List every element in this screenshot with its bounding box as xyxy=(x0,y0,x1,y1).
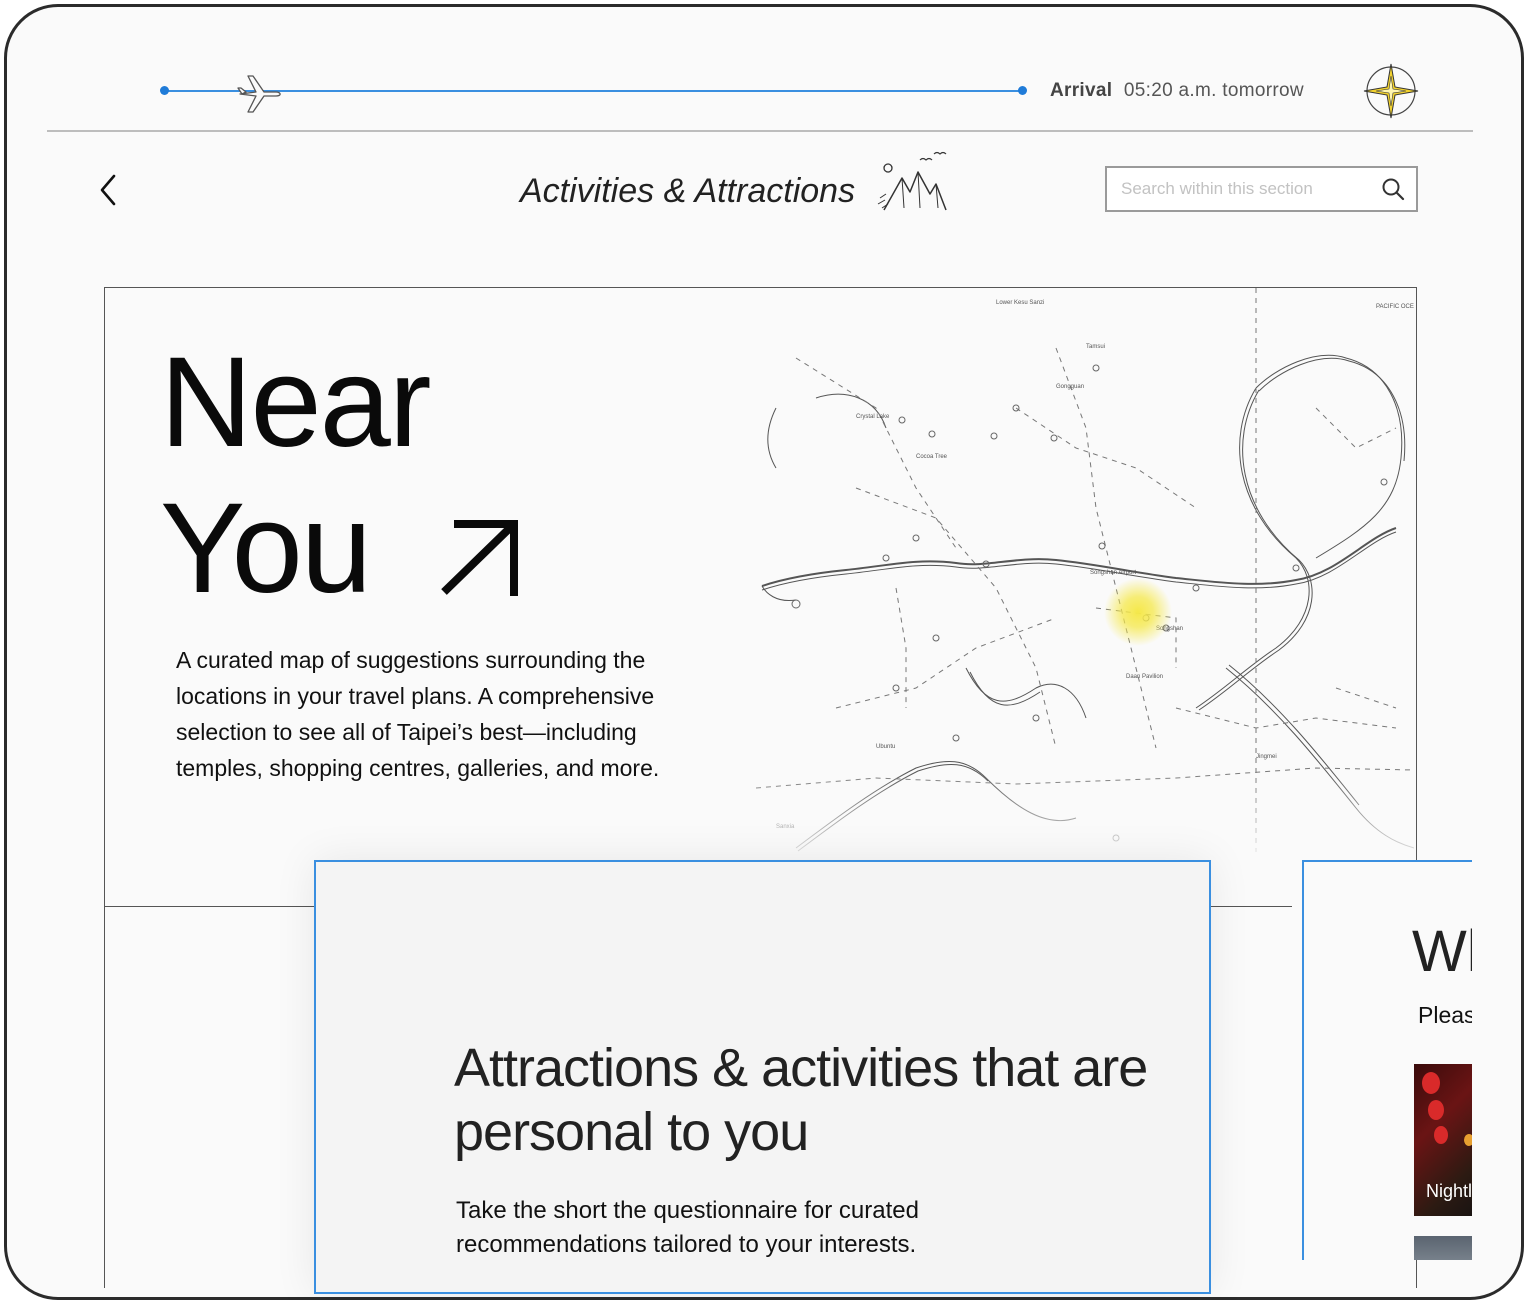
back-chevron-icon[interactable] xyxy=(96,170,120,210)
lantern-decoration xyxy=(1422,1072,1440,1094)
departure-dot xyxy=(160,86,169,95)
nightlife-thumbnail-label: Nightl xyxy=(1426,1181,1472,1201)
svg-text:Ubuntu: Ubuntu xyxy=(876,744,895,750)
svg-text:Crystal Lake: Crystal Lake xyxy=(856,414,890,420)
mountains-icon xyxy=(877,151,947,211)
arrival-time: 05:20 a.m. tomorrow xyxy=(1123,80,1304,101)
svg-text:PACIFIC OCEAN: PACIFIC OCEAN xyxy=(1376,304,1414,310)
next-card-subtitle: Pleas xyxy=(1418,1002,1472,1028)
next-card-peek[interactable]: Wh Pleas Nightl xyxy=(1302,860,1472,1260)
flight-progress-line xyxy=(164,90,1024,92)
header-divider xyxy=(47,130,1473,132)
next-card-title: Wh xyxy=(1412,919,1472,984)
svg-text:Daan Pavilion: Daan Pavilion xyxy=(1126,674,1163,680)
near-you-heading-line1: Near xyxy=(160,331,431,474)
airplane-icon xyxy=(237,75,281,113)
page-title: Activities & Attractions xyxy=(520,172,856,210)
svg-text:Lower Kesu Sanzi: Lower Kesu Sanzi xyxy=(996,300,1044,306)
svg-text:Gongguan: Gongguan xyxy=(1056,384,1084,390)
svg-text:Songshan Airport: Songshan Airport xyxy=(1090,570,1136,576)
next-thumbnail[interactable] xyxy=(1414,1236,1472,1260)
lantern-decoration xyxy=(1428,1100,1444,1120)
arrow-up-right-icon[interactable] xyxy=(430,516,520,598)
near-you-description: A curated map of suggestions surrounding… xyxy=(176,647,660,781)
map-fade-overlay xyxy=(756,770,1414,860)
lantern-decoration xyxy=(1464,1134,1472,1146)
search-input[interactable] xyxy=(1119,176,1363,202)
near-you-heading[interactable]: Near You xyxy=(160,330,431,622)
arrival-dot xyxy=(1018,86,1027,95)
personal-recommendations-description: Take the short the questionnaire for cur… xyxy=(456,1197,919,1258)
svg-text:Cocoa Tree: Cocoa Tree xyxy=(916,454,948,460)
taipei-map[interactable]: Lower Kesu Sanzi Tamsui Crystal Lake Cocoa… xyxy=(756,288,1414,852)
nightlife-thumbnail[interactable]: Nightl xyxy=(1414,1064,1472,1216)
arrival-label: Arrival xyxy=(1050,80,1113,101)
svg-text:Tamsui: Tamsui xyxy=(1086,344,1105,350)
svg-text:Jingmei: Jingmei xyxy=(1256,754,1277,760)
compass-icon[interactable] xyxy=(1362,62,1420,120)
personal-recommendations-title: Attractions & activities that are person… xyxy=(454,1038,1148,1162)
lantern-decoration xyxy=(1434,1126,1448,1144)
section-search-box[interactable] xyxy=(1105,166,1418,212)
arrival-info: Arrival 05:20 a.m. tomorrow xyxy=(1050,80,1304,102)
near-you-heading-line2: You xyxy=(160,477,372,620)
search-icon[interactable] xyxy=(1380,176,1406,202)
